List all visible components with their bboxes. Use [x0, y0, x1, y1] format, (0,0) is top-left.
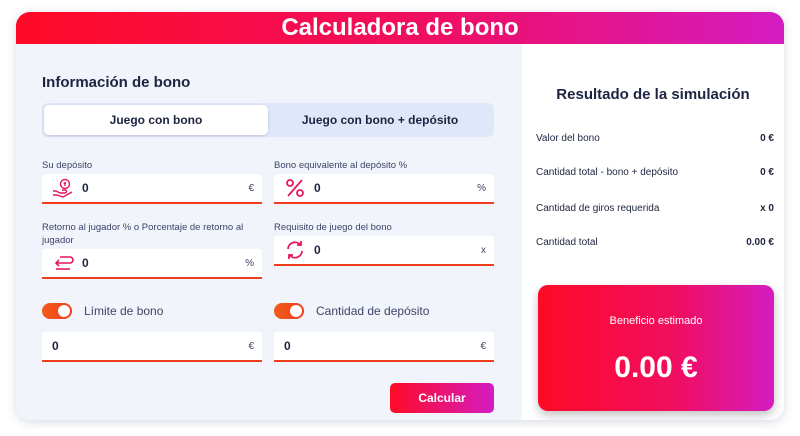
bonus-percent-label: Bono equivalente al depósito % [274, 160, 408, 171]
result-label: Cantidad total [536, 237, 598, 248]
benefit-value: 0.00 € [614, 351, 698, 384]
deposit-unit: € [248, 182, 254, 194]
calculate-button[interactable]: Calcular [390, 383, 494, 413]
wagering-label: Requisito de juego del bono [274, 222, 392, 233]
wagering-field: Requisito de juego del bono 0 x [274, 221, 494, 266]
result-value: 0 € [760, 167, 774, 178]
bonus-limit-switch[interactable] [42, 303, 72, 319]
result-row: Cantidad total - bono + depósito 0 € [536, 167, 774, 178]
page-title: Calculadora de bono [16, 12, 784, 44]
tab-bonus-deposit-game[interactable]: Juego con bono + depósito [268, 105, 492, 135]
bonus-info-panel: Información de bono Juego con bono Juego… [42, 74, 494, 413]
wagering-input[interactable]: 0 x [274, 236, 494, 266]
deposit-amount-toggle-row: Cantidad de depósito [274, 303, 429, 319]
estimated-benefit-card: Beneficio estimado 0.00 € [538, 285, 774, 411]
results-title: Resultado de la simulación [556, 86, 750, 103]
wagering-unit: x [481, 244, 486, 256]
result-value: 0.00 € [746, 237, 774, 248]
deposit-amount-input[interactable]: 0 € [274, 332, 494, 362]
rtp-input[interactable]: 0 % [42, 249, 262, 279]
result-label: Cantidad de giros requerida [536, 203, 660, 214]
bonus-limit-toggle-row: Límite de bono [42, 303, 163, 319]
refresh-icon [282, 239, 308, 261]
bonus-percent-unit: % [477, 182, 486, 194]
hand-coin-icon [50, 177, 76, 199]
deposit-value: 0 [82, 181, 89, 195]
result-row: Cantidad total 0.00 € [536, 237, 774, 248]
return-arrow-icon [50, 252, 76, 274]
deposit-field: Su depósito 0 € [42, 159, 262, 204]
bonus-percent-field: Bono equivalente al depósito % 0 % [274, 159, 494, 204]
tab-bonus-game[interactable]: Juego con bono [44, 105, 268, 135]
result-value: 0 € [760, 133, 774, 144]
benefit-label: Beneficio estimado [609, 315, 703, 327]
bonus-percent-input[interactable]: 0 % [274, 174, 494, 204]
result-row: Cantidad de giros requerida x 0 [536, 203, 774, 214]
result-label: Cantidad total - bono + depósito [536, 167, 679, 178]
rtp-label: Retorno al jugador % o Porcentaje de ret… [42, 222, 244, 246]
bonus-limit-value: 0 [52, 339, 59, 353]
rtp-value: 0 [82, 256, 89, 270]
percent-icon [282, 177, 308, 199]
result-row: Valor del bono 0 € [536, 133, 774, 144]
wagering-value: 0 [314, 243, 321, 257]
result-label: Valor del bono [536, 133, 600, 144]
form-title: Información de bono [42, 74, 191, 91]
mode-tabs: Juego con bono Juego con bono + depósito [42, 103, 494, 137]
deposit-amount-label: Cantidad de depósito [316, 304, 430, 318]
results-panel: Resultado de la simulación Valor del bon… [522, 44, 784, 420]
bonus-percent-value: 0 [314, 181, 321, 195]
rtp-field: Retorno al jugador % o Porcentaje de ret… [42, 221, 262, 279]
calculator-card: Calculadora de bono Información de bono … [16, 12, 784, 420]
result-value: x 0 [760, 203, 774, 214]
deposit-label: Su depósito [42, 160, 93, 171]
deposit-input[interactable]: 0 € [42, 174, 262, 204]
bonus-limit-label: Límite de bono [84, 304, 164, 318]
deposit-amount-switch[interactable] [274, 303, 304, 319]
deposit-amount-value: 0 [284, 339, 291, 353]
bonus-limit-unit: € [248, 340, 254, 352]
deposit-amount-unit: € [480, 340, 486, 352]
rtp-unit: % [245, 257, 254, 269]
bonus-limit-input[interactable]: 0 € [42, 332, 262, 362]
